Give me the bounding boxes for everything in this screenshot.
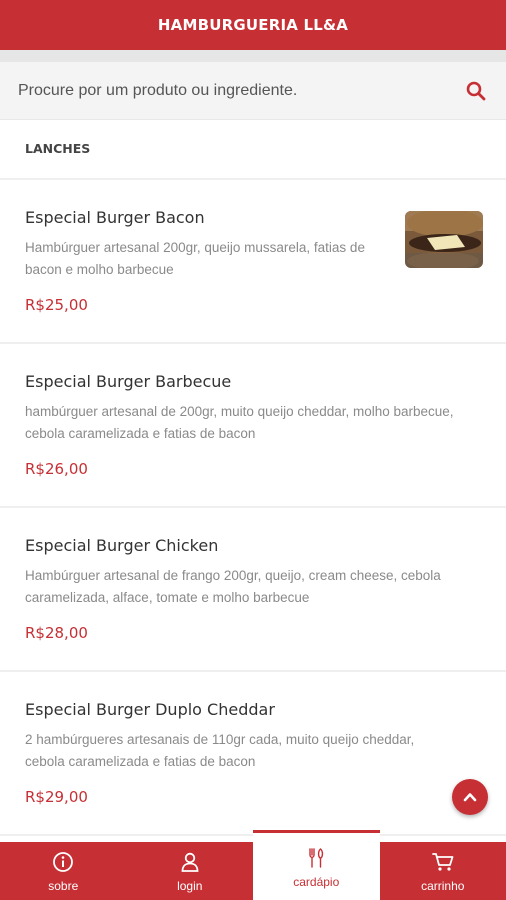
nav-label: cardápio xyxy=(293,874,340,889)
section-title: LANCHES xyxy=(25,141,91,156)
nav-item-carrinho[interactable]: carrinho xyxy=(380,842,506,900)
nav-label: sobre xyxy=(48,879,79,893)
nav-item-sobre[interactable]: sobre xyxy=(0,842,127,900)
product-description: Hambúrguer artesanal 200gr, queijo mussa… xyxy=(25,240,365,277)
nav-label: login xyxy=(177,879,203,893)
search-bar xyxy=(0,62,506,120)
app-title: HAMBURGUERIA LL&A xyxy=(157,16,349,34)
bottom-navigation: sobre login cardápio carrinho xyxy=(0,830,506,900)
product-item[interactable]: Especial Burger Barbecue hambúrguer arte… xyxy=(0,344,506,508)
product-name: Especial Burger Duplo Cheddar xyxy=(25,700,275,719)
cart-icon xyxy=(431,851,455,873)
product-price: R$25,00 xyxy=(25,296,88,314)
user-icon xyxy=(179,851,201,873)
scroll-to-top-button[interactable] xyxy=(452,779,488,815)
nav-item-cardapio[interactable]: cardápio xyxy=(253,830,380,900)
product-name: Especial Burger Chicken xyxy=(25,536,219,555)
product-image[interactable] xyxy=(405,211,483,268)
product-item[interactable]: Especial Burger Duplo Cheddar 2 hambúrgu… xyxy=(0,672,506,836)
product-name: Especial Burger Barbecue xyxy=(25,372,232,391)
product-item[interactable]: Especial Burger Chicken Hambúrguer artes… xyxy=(0,508,506,672)
header-shadow xyxy=(0,50,506,62)
nav-item-login[interactable]: login xyxy=(127,842,254,900)
product-description: hambúrguer artesanal de 200gr, muito que… xyxy=(25,404,454,441)
cutlery-icon xyxy=(305,847,327,869)
search-input[interactable] xyxy=(18,81,464,100)
product-description: 2 hambúrgueres artesanais de 110gr cada,… xyxy=(25,732,415,769)
nav-label: carrinho xyxy=(421,879,465,893)
search-icon[interactable] xyxy=(464,79,488,103)
product-name: Especial Burger Bacon xyxy=(25,208,205,227)
product-price: R$29,00 xyxy=(25,788,88,806)
product-price: R$26,00 xyxy=(25,460,88,478)
app-header: HAMBURGUERIA LL&A xyxy=(0,0,506,50)
product-item[interactable]: Especial Burger Bacon Hambúrguer artesan… xyxy=(0,180,506,344)
info-icon xyxy=(52,851,74,873)
chevron-up-icon xyxy=(463,793,477,802)
product-description: Hambúrguer artesanal de frango 200gr, qu… xyxy=(25,568,441,605)
product-price: R$28,00 xyxy=(25,624,88,642)
